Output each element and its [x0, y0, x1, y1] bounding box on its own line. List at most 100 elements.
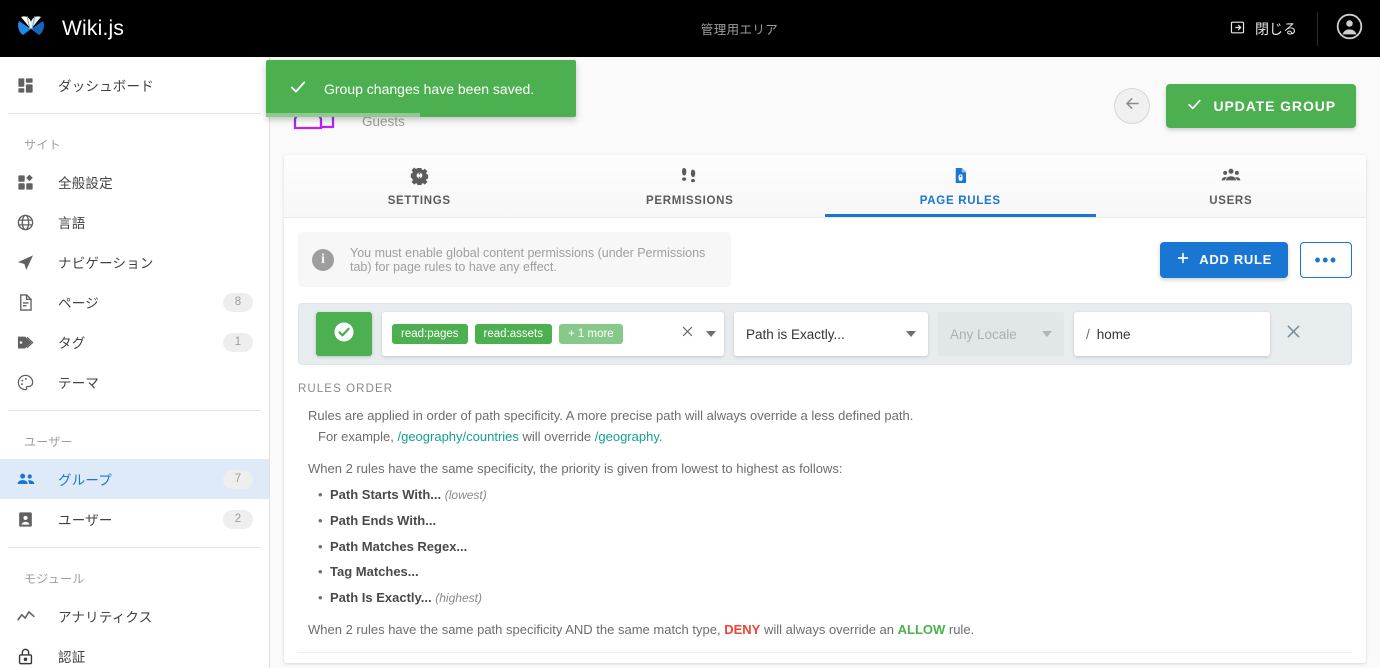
add-rule-label: ADD RULE [1199, 252, 1273, 267]
rules-order-body: Rules are applied in order of path speci… [298, 405, 1352, 640]
rules-order-example-pre: For example, [318, 429, 398, 445]
back-button[interactable] [1114, 88, 1151, 124]
sidebar-item-label: アナリティクス [58, 610, 153, 625]
deny-keyword: DENY [724, 622, 761, 638]
toast-progress-bar [266, 113, 420, 117]
list-item: Tag Matches... [318, 561, 1352, 582]
section-divider [298, 652, 1352, 654]
sidebar-divider-2 [8, 410, 261, 411]
rule-allow-toggle[interactable] [316, 312, 372, 356]
sidebar-item-groups[interactable]: グループ 7 [0, 459, 269, 499]
sidebar-item-label: 全般設定 [58, 176, 113, 191]
priority-name: Path Matches Regex... [330, 538, 468, 554]
chevron-down-icon[interactable] [1042, 331, 1052, 337]
brand[interactable]: Wiki.js [0, 12, 270, 46]
sidebar-badge: 7 [223, 469, 253, 489]
tab-label: PAGE RULES [919, 194, 1001, 207]
allow-keyword: ALLOW [897, 622, 946, 638]
sidebar-section-site: サイト [24, 138, 61, 152]
info-banner-text: You must enable global content permissio… [350, 245, 706, 274]
tab-label: PERMISSIONS [645, 194, 734, 207]
tab-page-rules[interactable]: PAGE RULES [825, 155, 1096, 217]
priority-note: (highest) [435, 590, 482, 605]
tab-settings[interactable]: SETTINGS [284, 155, 555, 217]
account-button[interactable] [1318, 0, 1380, 57]
sidebar-item-auth[interactable]: 認証 [0, 636, 269, 668]
sidebar-section-modules: モジュール [24, 572, 85, 586]
example-path-link-2: /geography [594, 429, 659, 445]
tab-label: SETTINGS [387, 194, 451, 207]
close-button-label: 閉じる [1255, 20, 1297, 37]
rule-path-input[interactable]: / home [1074, 312, 1270, 356]
single-user-icon [16, 510, 42, 529]
sidebar-item-general[interactable]: 全般設定 [0, 162, 269, 202]
rule-permissions-select[interactable]: read:pages read:assets + 1 more [382, 312, 724, 356]
sidebar-item-label: ダッシュボード [58, 79, 154, 94]
navigation-arrow-icon [16, 253, 42, 272]
sidebar-item-tags[interactable]: タグ 1 [0, 322, 269, 362]
sidebar-item-navigation[interactable]: ナビゲーション [0, 242, 269, 282]
sidebar-item-theme[interactable]: テーマ [0, 362, 269, 402]
update-group-button[interactable]: UPDATE GROUP [1166, 84, 1356, 128]
tab-permissions[interactable]: PERMISSIONS [555, 155, 826, 217]
page-rule-row: read:pages read:assets + 1 more Path is … [298, 303, 1352, 365]
rules-order-para-1: Rules are applied in order of path speci… [308, 405, 1352, 447]
rule-locale-placeholder: Any Locale [950, 326, 1017, 342]
sidebar-item-dashboard[interactable]: ダッシュボード [0, 65, 269, 105]
logout-icon [1229, 19, 1246, 39]
sidebar-item-locale[interactable]: 言語 [0, 202, 269, 242]
main-content: Edit Group Guests UPDATE GROUP [270, 57, 1380, 668]
check-circle-icon [332, 320, 356, 349]
more-options-button[interactable]: ••• [1300, 241, 1353, 278]
sidebar-badge: 8 [223, 292, 253, 312]
sidebar-item-pages[interactable]: ページ 8 [0, 282, 269, 322]
sidebar-item-label: 言語 [58, 216, 86, 231]
rules-toolbar: i You must enable global content permiss… [298, 232, 1353, 287]
list-item: Path Starts With... (lowest) [318, 484, 1352, 505]
sidebar-item-label: ナビゲーション [58, 256, 154, 271]
list-item: Path Matches Regex... [318, 536, 1352, 557]
settings-gear-icon [410, 166, 429, 190]
plus-icon [1176, 251, 1190, 268]
page-document-icon [16, 293, 42, 312]
tab-users[interactable]: USERS [1096, 155, 1367, 217]
rules-order-heading: RULES ORDER [298, 383, 394, 395]
rules-order-example-mid: will override [518, 429, 595, 445]
analytics-chart-icon [16, 606, 42, 626]
path-prefix: / [1086, 326, 1090, 342]
sidebar-divider-3 [8, 547, 261, 548]
add-rule-button[interactable]: ADD RULE [1160, 241, 1289, 278]
rule-locale-select[interactable]: Any Locale [938, 312, 1064, 356]
rules-order-para-3: When 2 rules have the same path specific… [308, 619, 1352, 640]
update-group-label: UPDATE GROUP [1213, 98, 1336, 114]
palette-icon [16, 373, 42, 392]
sidebar-item-analytics[interactable]: アナリティクス [0, 596, 269, 636]
sidebar-divider-1 [8, 113, 261, 114]
permission-chip-more[interactable]: + 1 more [559, 324, 623, 344]
sidebar: ダッシュボード サイト 全般設定 言語 ナビゲーション ページ 8 タグ 1 テ… [0, 57, 270, 668]
chevron-down-icon[interactable] [706, 331, 716, 337]
info-banner: i You must enable global content permiss… [298, 232, 732, 287]
dashboard-icon [16, 76, 42, 95]
toast-notification: Group changes have been saved. [266, 60, 576, 117]
close-button[interactable]: 閉じる [1209, 0, 1317, 57]
priority-name: Path Starts With... [330, 487, 442, 503]
rules-order-priority-list: Path Starts With... (lowest) Path Ends W… [308, 484, 1352, 608]
tag-icon [16, 333, 42, 352]
permission-chip[interactable]: read:assets [474, 324, 552, 344]
check-icon [1186, 96, 1203, 116]
toast-message: Group changes have been saved. [324, 80, 535, 97]
para-3-mid: will always override an [760, 622, 898, 638]
lock-icon [16, 647, 42, 666]
para-3-pre: When 2 rules have the same path specific… [308, 622, 725, 638]
permission-chip[interactable]: read:pages [392, 324, 468, 344]
rule-delete-button[interactable] [1284, 322, 1303, 347]
sidebar-item-users[interactable]: ユーザー 2 [0, 499, 269, 539]
clear-x-icon[interactable] [676, 324, 699, 344]
chevron-down-icon[interactable] [906, 331, 916, 337]
sidebar-item-label: テーマ [58, 376, 100, 391]
rule-match-type-select[interactable]: Path is Exactly... [734, 312, 928, 356]
settings-blocks-icon [16, 173, 42, 192]
rules-order-example-end: . [658, 429, 663, 445]
tab-label: USERS [1209, 195, 1253, 207]
